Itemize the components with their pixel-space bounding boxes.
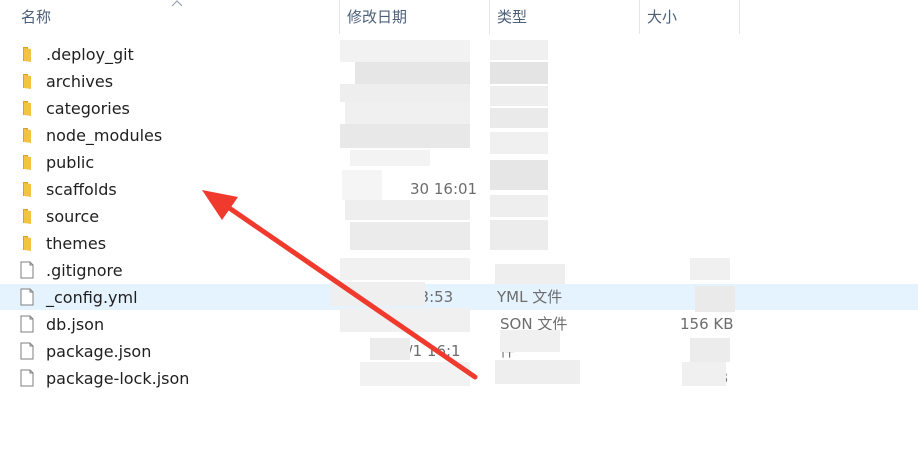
red-arrow-annotation: [202, 190, 478, 380]
